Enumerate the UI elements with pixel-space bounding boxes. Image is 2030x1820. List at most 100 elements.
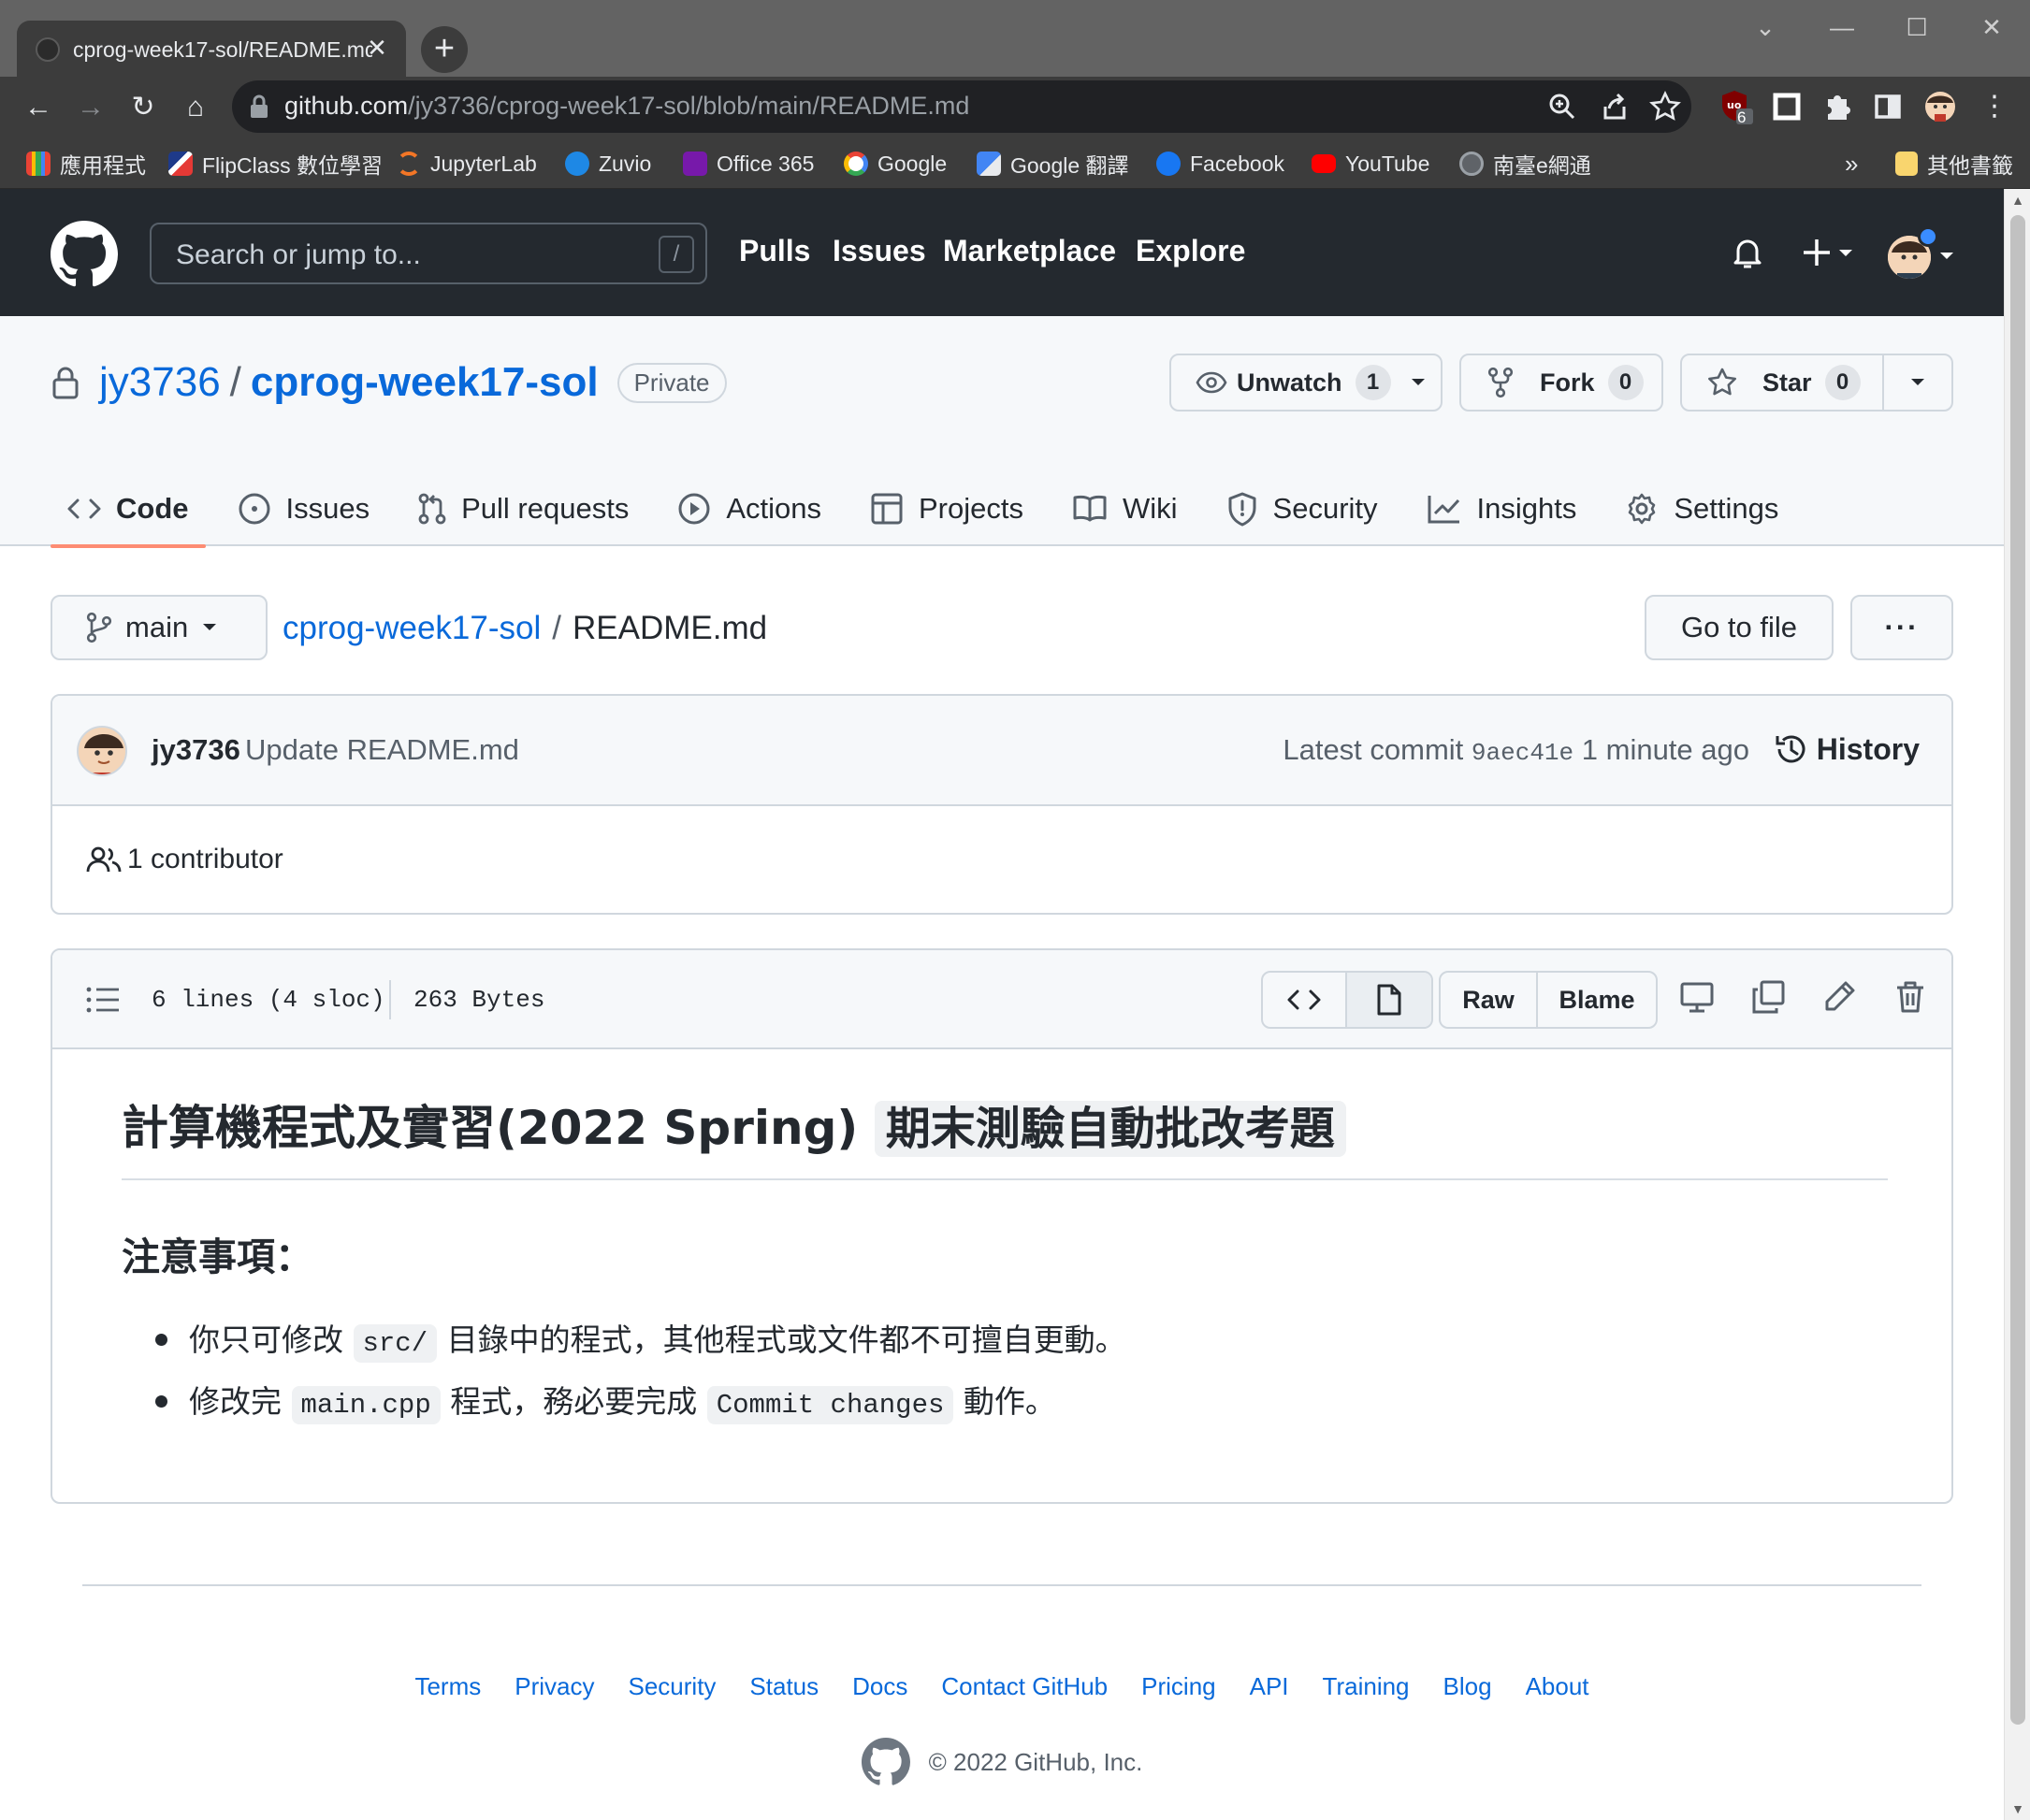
bookmark-office365[interactable]: Office 365 <box>683 146 814 181</box>
breadcrumb-repo-link[interactable]: cprog-week17-sol <box>283 610 541 646</box>
bookmarks-overflow-button[interactable]: » <box>1845 146 1858 181</box>
github-logo-icon[interactable] <box>51 221 118 288</box>
reload-icon[interactable]: ↻ <box>122 86 165 129</box>
commit-message-link[interactable]: Update README.md <box>245 733 519 767</box>
tab-search-icon[interactable]: ⌄ <box>1742 11 1789 43</box>
bookmark-youtube[interactable]: YouTube <box>1312 146 1429 181</box>
square-extension-icon[interactable] <box>1768 88 1805 125</box>
readme-content: 計算機程式及實習(2022 Spring) 期末測驗自動批改考題 注意事項： 你… <box>122 1091 1888 1438</box>
tab-issues[interactable]: Issues <box>221 471 387 546</box>
scroll-up-arrow-icon[interactable]: ▲ <box>2005 189 2030 211</box>
footer-link-training[interactable]: Training <box>1323 1672 1410 1701</box>
repo-name-link[interactable]: cprog-week17-sol <box>251 359 599 406</box>
create-new-plus-icon[interactable] <box>1800 234 1860 271</box>
fork-button[interactable]: Fork 0 <box>1459 354 1663 412</box>
more-options-button[interactable]: ··· <box>1850 595 1953 660</box>
copy-icon[interactable] <box>1749 978 1791 1019</box>
footer-link-api[interactable]: API <box>1250 1672 1289 1701</box>
footer-copyright: © 2022 GitHub, Inc. <box>0 1738 2004 1786</box>
tab-actions[interactable]: Actions <box>660 471 838 546</box>
maximize-window-icon[interactable]: ☐ <box>1893 11 1940 43</box>
avatar-dropdown-caret-icon[interactable] <box>1938 251 1955 262</box>
new-tab-button[interactable]: + <box>421 26 468 73</box>
latest-commit-info: Latest commit 9aec41e 1 minute ago <box>1283 733 1749 767</box>
browser-menu-icon[interactable]: ⋮ <box>1976 88 2013 125</box>
footer-link-terms[interactable]: Terms <box>414 1672 481 1701</box>
close-window-icon[interactable]: ✕ <box>1968 11 2015 43</box>
blame-button[interactable]: Blame <box>1538 973 1656 1027</box>
minimize-window-icon[interactable]: — <box>1819 11 1865 43</box>
tab-pull-requests[interactable]: Pull requests <box>401 471 645 546</box>
scroll-down-arrow-icon[interactable]: ▼ <box>2005 1798 2030 1820</box>
address-bar[interactable]: github.com/jy3736/cprog-week17-sol/blob/… <box>232 80 1691 133</box>
bookmark-zuvio[interactable]: Zuvio <box>565 146 651 181</box>
footer-link-contact[interactable]: Contact GitHub <box>941 1672 1108 1701</box>
desktop-icon[interactable] <box>1678 978 1719 1019</box>
back-icon[interactable]: ← <box>17 86 60 129</box>
bookmark-google[interactable]: Google <box>844 146 947 181</box>
display-source-button[interactable] <box>1263 973 1347 1027</box>
other-bookmarks[interactable]: 其他書籤 <box>1895 146 2013 181</box>
close-tab-icon[interactable]: ✕ <box>361 32 393 64</box>
side-panel-icon[interactable] <box>1869 88 1907 125</box>
bookmarks-bar: 應用程式 FlipClass 數位學習 JupyterLab Zuvio Off… <box>0 138 2030 189</box>
display-rendered-button[interactable] <box>1347 973 1431 1027</box>
star-button[interactable]: Star 0 <box>1682 355 1884 410</box>
history-button[interactable]: History <box>1774 731 1920 767</box>
profile-avatar-icon[interactable] <box>1921 88 1959 125</box>
trash-icon[interactable] <box>1892 978 1933 1019</box>
go-to-file-button[interactable]: Go to file <box>1645 595 1834 660</box>
footer-link-status[interactable]: Status <box>749 1672 819 1701</box>
puzzle-extensions-icon[interactable] <box>1819 88 1856 125</box>
nav-issues[interactable]: Issues <box>833 234 926 268</box>
bookmark-star-icon[interactable] <box>1648 90 1682 123</box>
footer-link-security[interactable]: Security <box>629 1672 717 1701</box>
footer-link-privacy[interactable]: Privacy <box>515 1672 594 1701</box>
outline-list-icon[interactable] <box>86 986 120 1014</box>
breadcrumb: cprog-week17-sol / README.md <box>283 610 768 646</box>
tab-wiki[interactable]: Wiki <box>1055 471 1195 546</box>
page-scrollbar[interactable]: ▲ ▼ <box>2004 189 2030 1820</box>
pencil-edit-icon[interactable] <box>1820 978 1862 1019</box>
zoom-icon[interactable] <box>1545 90 1579 123</box>
footer-link-docs[interactable]: Docs <box>852 1672 907 1701</box>
github-logo-icon[interactable] <box>861 1738 910 1786</box>
footer-link-pricing[interactable]: Pricing <box>1141 1672 1215 1701</box>
bookmark-google-translate[interactable]: Google 翻譯 <box>977 146 1129 181</box>
view-mode-toggle <box>1261 971 1433 1029</box>
tab-code[interactable]: Code <box>51 471 206 548</box>
commit-author-avatar[interactable] <box>77 726 127 776</box>
bookmark-jupyterlab[interactable]: JupyterLab <box>397 146 537 181</box>
footer-link-about[interactable]: About <box>1526 1672 1589 1701</box>
footer-link-blog[interactable]: Blog <box>1443 1672 1492 1701</box>
share-icon[interactable] <box>1598 90 1631 123</box>
home-icon[interactable]: ⌂ <box>174 86 217 129</box>
raw-button[interactable]: Raw <box>1441 973 1538 1027</box>
scrollbar-thumb[interactable] <box>2010 215 2025 1725</box>
commit-sha-link[interactable]: 9aec41e <box>1472 739 1573 767</box>
bookmark-stust[interactable]: 南臺e網通 <box>1459 146 1591 181</box>
search-input[interactable]: Search or jump to... / <box>150 223 707 284</box>
branch-selector[interactable]: main <box>51 595 268 660</box>
tab-security[interactable]: Security <box>1210 471 1395 546</box>
forward-icon[interactable]: → <box>69 86 112 129</box>
bookmark-flipclass[interactable]: FlipClass 數位學習 <box>168 146 383 181</box>
browser-tab[interactable]: cprog-week17-sol/README.md ✕ <box>17 21 406 77</box>
tab-insights[interactable]: Insights <box>1410 471 1594 546</box>
bookmark-apps[interactable]: 應用程式 <box>26 146 146 181</box>
star-list-dropdown[interactable] <box>1884 355 1951 410</box>
nav-pulls[interactable]: Pulls <box>739 234 810 268</box>
tab-projects[interactable]: Projects <box>853 471 1040 546</box>
bookmark-facebook[interactable]: Facebook <box>1156 146 1284 181</box>
chevron-down-icon <box>1909 377 1926 388</box>
ublock-extension-icon[interactable]: uo <box>1718 88 1755 125</box>
nav-explore[interactable]: Explore <box>1136 234 1245 268</box>
commit-author-link[interactable]: jy3736 <box>152 733 240 767</box>
contributors-link[interactable]: 1 contributor <box>86 844 283 875</box>
nav-marketplace[interactable]: Marketplace <box>943 234 1116 268</box>
fork-count: 0 <box>1607 365 1644 400</box>
notifications-bell-icon[interactable] <box>1729 234 1766 271</box>
repo-owner-link[interactable]: jy3736 <box>99 359 221 406</box>
unwatch-button[interactable]: Unwatch 1 <box>1169 354 1443 412</box>
tab-settings[interactable]: Settings <box>1608 471 1795 546</box>
